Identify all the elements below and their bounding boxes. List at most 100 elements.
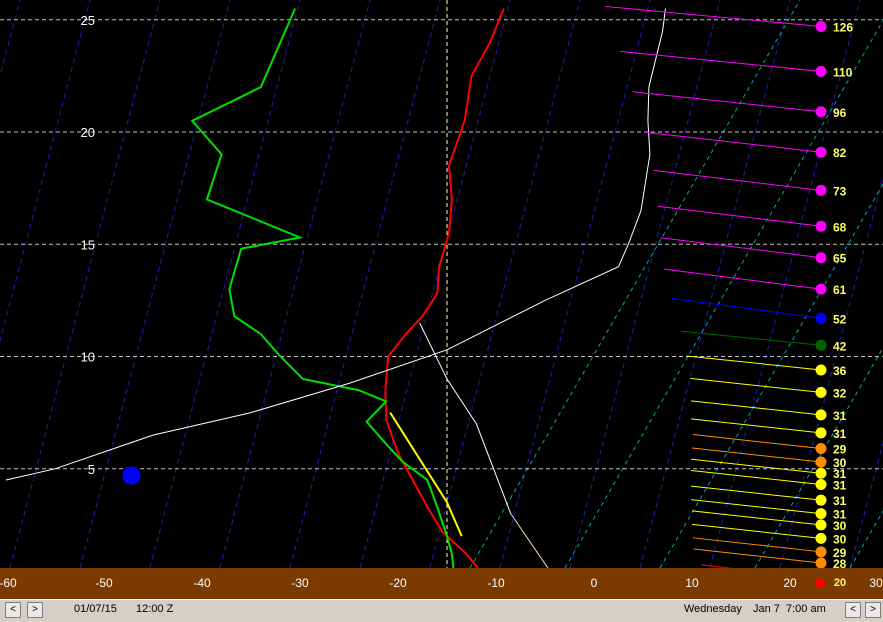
x-tick-label: -60 [0, 576, 17, 590]
wind-speed-label: 32 [833, 386, 847, 400]
wind-barb-line [657, 205, 822, 227]
wind-barb-dot [815, 557, 827, 569]
prev-button-right[interactable]: < [845, 602, 861, 618]
isotherm-line [149, 0, 301, 569]
wind-barb-line [653, 169, 822, 191]
isotherm-line [219, 0, 371, 569]
wind-barb-line [619, 50, 822, 72]
isotherm-line [0, 0, 91, 343]
wind-barb-line [692, 434, 822, 450]
wind-barb-line [691, 458, 822, 474]
isotherm-line [289, 0, 441, 569]
moist-adiabat-line [659, 183, 883, 569]
x-tick-label: 10 [685, 576, 699, 590]
wind-barb-dot [815, 456, 827, 468]
y-tick-label: 20 [81, 125, 95, 140]
series-line-4 [419, 322, 512, 514]
series-line-0 [384, 8, 505, 582]
x-tick-label: -50 [95, 576, 113, 590]
wind-speed-label: 68 [833, 220, 847, 234]
wind-speed-label: 52 [833, 312, 847, 326]
series-line-5 [510, 513, 558, 582]
x-tick-label: -10 [487, 576, 505, 590]
sounding-chart: 5 10 15 20 25 126 110 96 82 73 68 65 61 52 42 36 32 31 31 2… [0, 0, 883, 587]
y-tick-label: 10 [81, 350, 95, 365]
wind-barb-dot [815, 184, 827, 196]
wind-speed-label: 31 [833, 478, 847, 492]
parcel-marker [122, 466, 141, 485]
wind-barb-dot [815, 283, 827, 295]
wind-barb-dot [815, 478, 827, 490]
wind-barb-line [691, 447, 822, 463]
wind-barb-dot [815, 220, 827, 232]
wind-speed-label: 28 [833, 557, 847, 568]
wind-speed-label: 65 [833, 252, 847, 266]
axis-bar-wind-label: 20 [833, 577, 847, 589]
wind-speed-label: 73 [833, 184, 847, 198]
wind-barb-line [645, 131, 822, 153]
wind-barb-line [691, 510, 822, 526]
wind-barb-line [691, 523, 822, 539]
wind-barb-line [672, 297, 822, 319]
prev-time-button[interactable]: < [5, 602, 21, 618]
wind-speed-label: 110 [833, 65, 853, 79]
local-date-text: Jan 7 [753, 603, 780, 615]
wind-speed-label: 126 [833, 20, 853, 34]
x-tick-label: -20 [389, 576, 407, 590]
wind-barb-dot [815, 312, 827, 324]
wind-barb-dot [815, 494, 827, 506]
wind-barb-dot [815, 339, 827, 351]
x-tick-label: -40 [193, 576, 211, 590]
wind-barb-dot [815, 508, 827, 520]
wind-barb-line [686, 355, 822, 371]
wind-barb-dot [815, 252, 827, 264]
x-tick-label: 20 [783, 576, 797, 590]
wind-barb-line [690, 377, 822, 393]
wind-speed-label: 30 [833, 519, 847, 533]
isotherm-line [849, 441, 883, 569]
isotherm-line [0, 0, 21, 78]
date-text: 01/07/15 [74, 603, 117, 615]
wind-barb-dot [815, 532, 827, 544]
isotherm-line [9, 0, 161, 569]
wind-barb-line [681, 330, 822, 346]
wind-speed-label: 36 [833, 364, 847, 378]
y-tick-label: 25 [81, 13, 95, 28]
wind-barb-dot [815, 467, 827, 479]
wind-barb-dot [815, 65, 827, 77]
wind-barb-dot [815, 443, 827, 455]
wind-barb-line [632, 91, 822, 113]
wind-barb-dot [815, 519, 827, 531]
x-tick-label: 0 [590, 576, 598, 590]
x-tick-label: -30 [291, 576, 309, 590]
isotherm-line [779, 176, 883, 569]
status-bar: < > 01/07/15 12:00 Z Wednesday Jan 7 7:0… [0, 599, 883, 622]
wind-barb-line [691, 469, 822, 485]
wind-barb-dot [815, 20, 827, 32]
wind-barb-line [692, 537, 822, 553]
wind-barb-line [664, 268, 822, 290]
wind-speed-label: 31 [833, 494, 847, 508]
series-line-3 [5, 8, 666, 481]
wind-speed-label: 61 [833, 283, 847, 297]
temperature-axis-bar: -60 -50 -40 -30 -20 -10 0 10 20 30 20 [0, 568, 883, 599]
moist-adiabat-line [469, 0, 801, 569]
isotherm-line [429, 0, 581, 569]
sounding-plot: 5 10 15 20 25 126 110 96 82 73 68 65 61 52 42 36 32 31 31 2… [0, 0, 883, 587]
next-time-button[interactable]: > [27, 602, 43, 618]
isotherm-line [499, 0, 651, 569]
wind-barb-dot [815, 364, 827, 376]
wind-barb-dot [815, 409, 827, 421]
wind-barb-dot [815, 106, 827, 118]
isotherm-line [569, 0, 721, 569]
axis-bar-wind-marker [815, 578, 825, 588]
wind-speed-label: 31 [833, 409, 847, 423]
y-tick-label: 15 [81, 237, 95, 252]
wind-barb-line [691, 400, 822, 416]
next-button-right[interactable]: > [865, 602, 881, 618]
x-tick-label: 30 [869, 576, 883, 590]
moist-adiabat-line [849, 510, 883, 569]
isotherm-line [79, 0, 231, 569]
wind-speed-label: 82 [833, 146, 847, 160]
wind-barb-line [660, 237, 822, 259]
